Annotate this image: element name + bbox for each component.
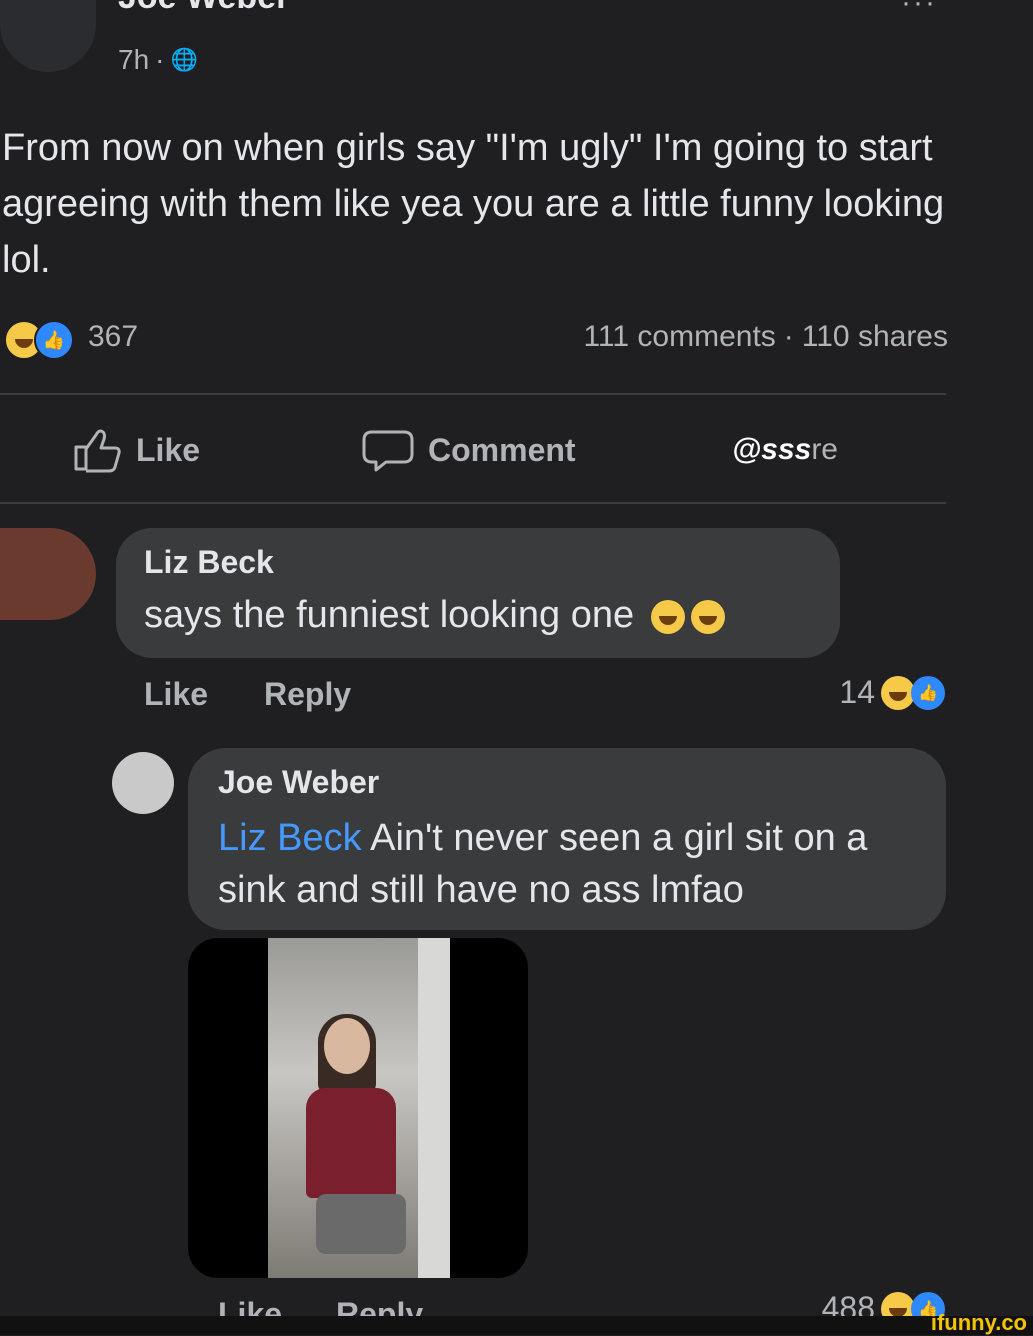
- post-meta: 7h · 🌐: [118, 44, 198, 76]
- comments-shares: 111 comments · 110 shares: [583, 320, 948, 354]
- comment-text: says the funniest looking one: [144, 594, 726, 637]
- like-button[interactable]: Like: [72, 424, 200, 476]
- comment-text: Liz Beck Ain't never seen a girl sit on …: [218, 812, 938, 916]
- comment-reply-button[interactable]: Reply: [264, 676, 351, 713]
- laughing-emoji-icon: [691, 599, 726, 634]
- comment-photo[interactable]: [188, 938, 528, 1278]
- shares-count[interactable]: 110 shares: [802, 320, 948, 354]
- comment-author[interactable]: Liz Beck: [144, 544, 274, 581]
- more-options-icon[interactable]: ···: [901, 0, 937, 20]
- author-avatar[interactable]: [0, 0, 96, 72]
- speech-bubble-icon: [362, 430, 414, 472]
- like-reaction-icon: 👍: [911, 675, 945, 710]
- globe-icon: 🌐: [170, 47, 198, 72]
- meta-separator: ·: [155, 44, 165, 75]
- comment-like-button[interactable]: Like: [144, 676, 208, 713]
- mention-link[interactable]: Liz Beck: [218, 817, 362, 859]
- comment-button[interactable]: Comment: [362, 424, 576, 476]
- commenter-avatar[interactable]: [0, 528, 96, 620]
- comment-author[interactable]: Joe Weber: [218, 764, 379, 801]
- photo-person: [296, 1014, 406, 1268]
- watermark-overlay: @sss re: [732, 428, 838, 472]
- like-reaction-icon: 👍: [34, 320, 74, 360]
- divider: [0, 502, 946, 504]
- comment-reactions[interactable]: 14 👍: [839, 674, 945, 711]
- divider: [0, 393, 946, 395]
- laughing-emoji-icon: [650, 599, 685, 634]
- photo-content: [268, 938, 450, 1278]
- footer-bar: [0, 1316, 1033, 1335]
- comments-count[interactable]: 111 comments: [583, 320, 775, 354]
- dot-separator: ·: [783, 320, 794, 353]
- reaction-count[interactable]: 367: [88, 320, 138, 354]
- like-label: Like: [136, 431, 201, 468]
- thumbs-up-icon: [74, 429, 121, 473]
- comment-body: says the funniest looking one: [144, 594, 635, 636]
- post-time: 7h: [118, 44, 150, 75]
- reactions-summary[interactable]: 👍 367 111 comments · 110 shares: [4, 318, 948, 362]
- haha-reaction-icon: [881, 675, 915, 710]
- post-author-name[interactable]: Joe Weber: [118, 0, 289, 17]
- watermark-tail: re: [811, 433, 838, 466]
- comment-label: Comment: [428, 431, 576, 468]
- post-body: From now on when girls say "I'm ugly" I'…: [2, 127, 945, 281]
- watermark-badge: @sss: [732, 433, 812, 466]
- ifunny-watermark: ifunny.co: [930, 1310, 1027, 1335]
- photo-door: [418, 938, 450, 1278]
- comment-reaction-count: 14: [839, 674, 875, 710]
- commenter-avatar[interactable]: [112, 752, 174, 814]
